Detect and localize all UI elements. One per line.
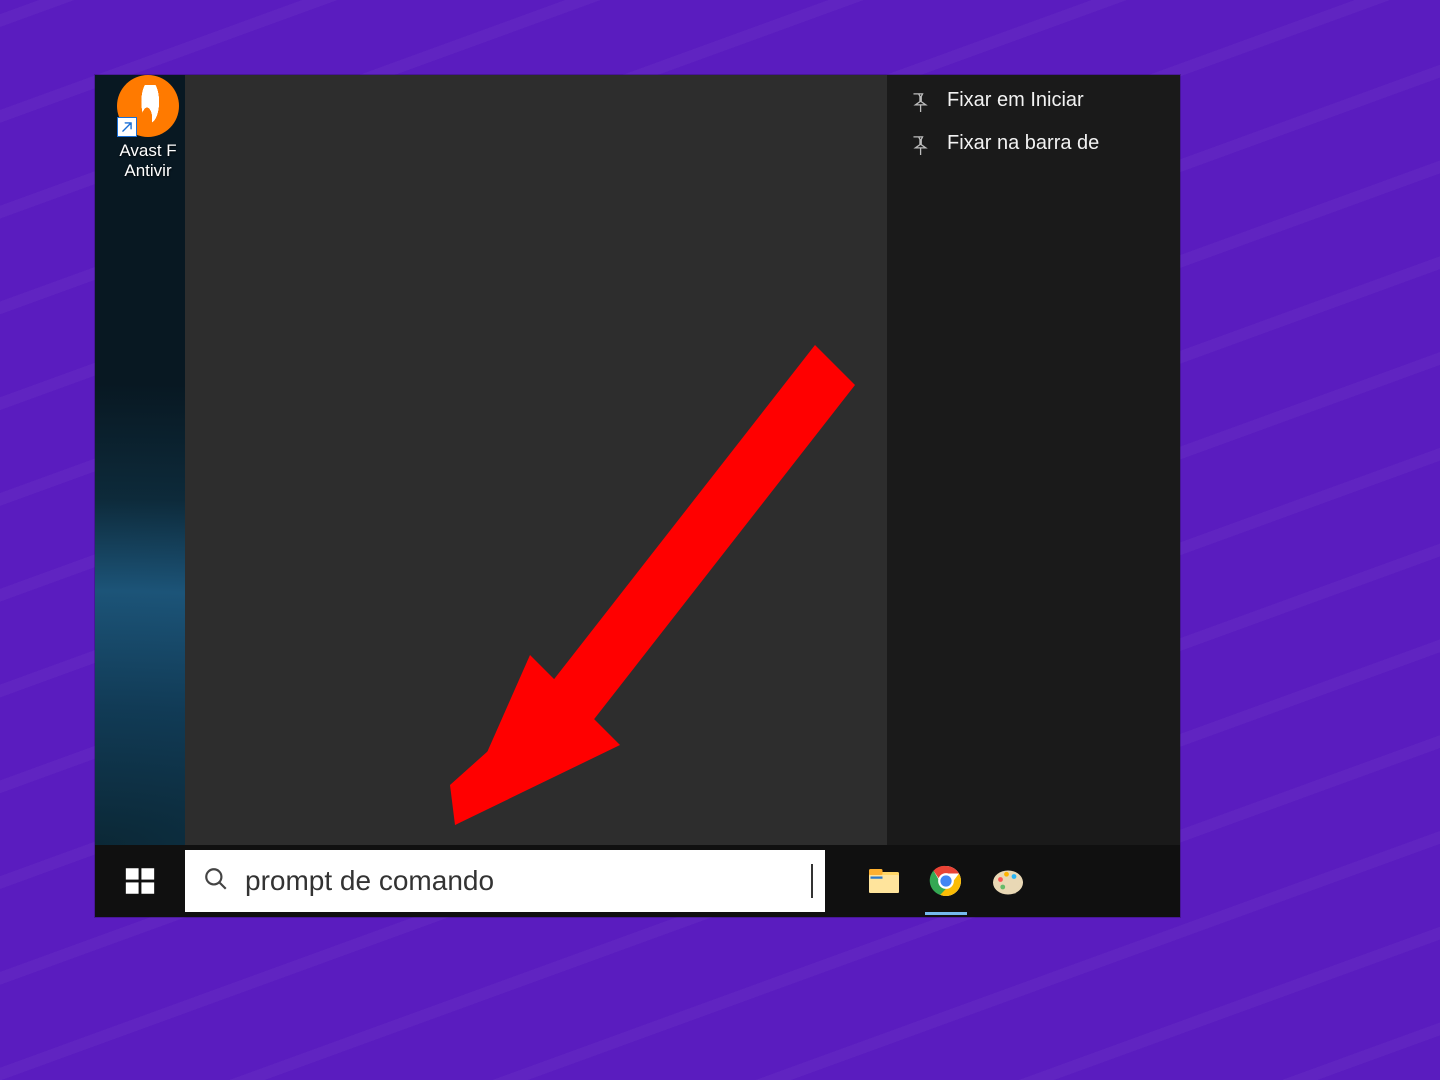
search-input[interactable] bbox=[245, 850, 813, 912]
shortcut-arrow-icon bbox=[117, 117, 137, 137]
pin-icon bbox=[907, 133, 929, 155]
avast-icon bbox=[117, 75, 179, 137]
desktop-shortcut-label: Avast F Antivir bbox=[103, 141, 193, 181]
windows-screenshot: Avast F Antivir Fixar em Iniciar Fixar n… bbox=[95, 75, 1180, 917]
search-icon bbox=[203, 866, 229, 897]
pin-icon bbox=[907, 90, 929, 112]
file-explorer-icon bbox=[866, 863, 902, 899]
text-caret bbox=[811, 864, 813, 898]
windows-logo-icon bbox=[123, 864, 157, 898]
menu-item-pin-start[interactable]: Fixar em Iniciar bbox=[887, 79, 1180, 122]
start-button[interactable] bbox=[95, 845, 185, 917]
taskbar-app-chrome[interactable] bbox=[915, 845, 977, 917]
start-context-panel: Fixar em Iniciar Fixar na barra de bbox=[887, 75, 1180, 845]
paint-icon bbox=[990, 863, 1026, 899]
taskbar-search-box[interactable] bbox=[185, 850, 825, 912]
menu-item-label: Fixar na barra de bbox=[947, 132, 1099, 155]
taskbar-app-paint[interactable] bbox=[977, 845, 1039, 917]
menu-item-pin-taskbar[interactable]: Fixar na barra de bbox=[887, 122, 1180, 165]
start-search-results-panel bbox=[185, 75, 887, 845]
menu-item-label: Fixar em Iniciar bbox=[947, 89, 1084, 112]
desktop-shortcut-avast[interactable]: Avast F Antivir bbox=[103, 75, 193, 181]
taskbar bbox=[95, 845, 1180, 917]
chrome-icon bbox=[928, 863, 964, 899]
taskbar-app-file-explorer[interactable] bbox=[853, 845, 915, 917]
